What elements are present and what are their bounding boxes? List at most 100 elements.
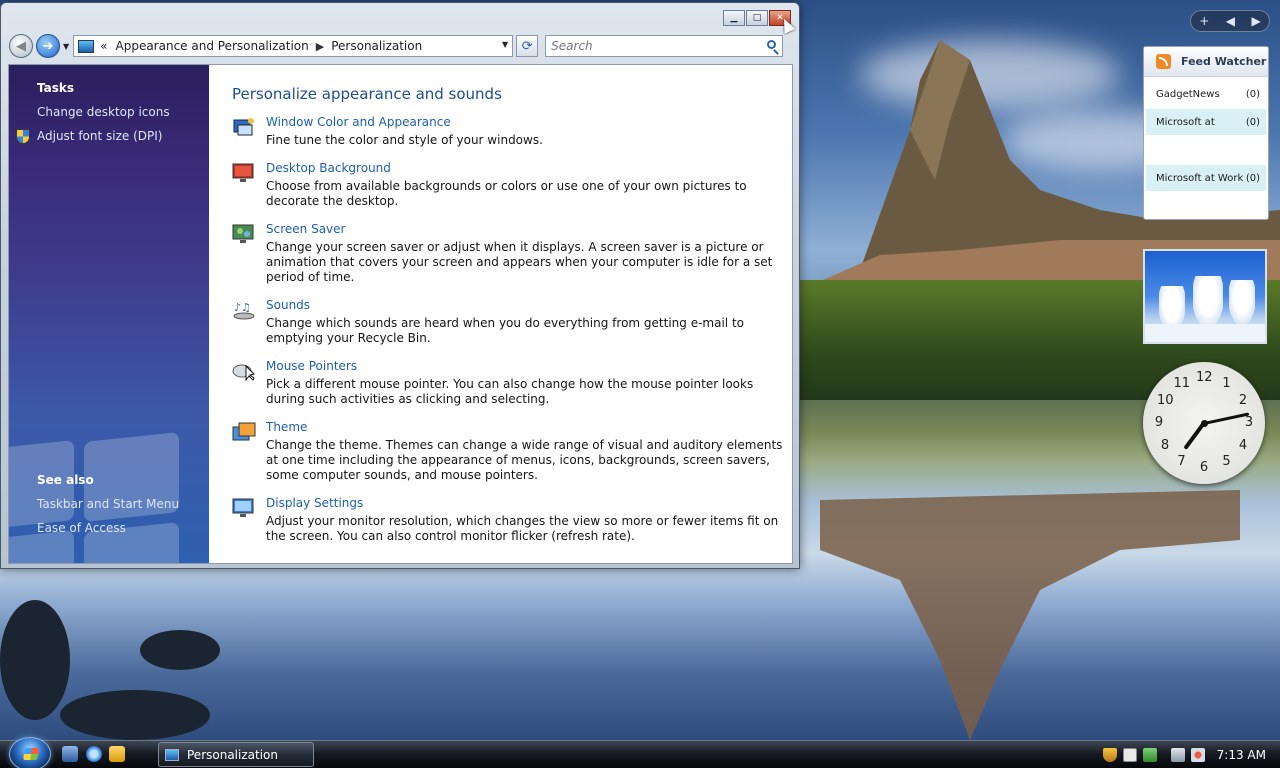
task-pane: Tasks Change desktop icons Adjust font s… [9,65,209,563]
item-sounds: ♪♫ Sounds Change which sounds are heard … [232,298,792,346]
address-dropdown[interactable]: ▼ [502,40,508,49]
theme-desc: Change the theme. Themes can change a wi… [266,438,783,482]
sidebar-controls: + ◀ ▶ [1190,10,1270,32]
personalization-window: ▁ □ ✕ ◀ ➔ ▼ « Appearance and Personaliza… [0,2,800,569]
item-window-color: Window Color and Appearance Fine tune th… [232,115,792,148]
see-also-heading: See also [37,473,94,487]
feed-name: Microsoft at [1156,116,1215,128]
sounds-desc: Change which sounds are heard when you d… [266,316,744,345]
mouse-pointers-link[interactable]: Mouse Pointers [266,359,357,373]
clock-number: 7 [1177,453,1186,469]
clock-number: 3 [1244,415,1254,430]
clock-number: 1 [1222,376,1231,392]
search-input[interactable] [551,39,752,53]
adjust-font-size-link[interactable]: Adjust font size (DPI) [16,129,170,144]
display-settings-desc: Adjust your monitor resolution, which ch… [266,514,779,543]
network-icon[interactable] [1170,748,1185,762]
content-frame: Tasks Change desktop icons Adjust font s… [8,64,793,564]
display-settings-icon [232,498,254,517]
window-color-desc: Fine tune the color and style of your wi… [266,133,543,147]
maximize-button[interactable]: □ [746,10,768,26]
desktop-background-desc: Choose from available backgrounds or col… [266,179,747,208]
feed-row[interactable]: Microsoft at Work (0) [1146,165,1266,191]
forward-button[interactable]: ➔ [36,34,60,58]
breadcrumb-appearance[interactable]: Appearance and Personalization [116,39,309,53]
clock-number: 9 [1154,415,1164,430]
tasks-section: Tasks Change desktop icons Adjust font s… [16,81,170,153]
breadcrumb-overflow[interactable]: « [100,39,107,53]
item-mouse-pointers: Mouse Pointers Pick a different mouse po… [232,359,792,407]
see-also-section: See also Taskbar and Start Menu Ease of … [37,473,179,545]
sounds-icon: ♪♫ [233,301,255,320]
breadcrumb-personalization[interactable]: Personalization [331,39,422,53]
breadcrumb-separator[interactable]: ▶ [316,40,324,53]
feed-watcher-header: Feed Watcher [1144,47,1268,77]
clock-number: 4 [1238,437,1248,453]
theme-icon [232,422,256,441]
page-title: Personalize appearance and sounds [232,85,502,103]
desktop-background-icon [232,163,254,182]
screen-saver-link[interactable]: Screen Saver [266,222,345,236]
item-display-settings: Display Settings Adjust your monitor res… [232,496,792,544]
feed-watcher-title: Feed Watcher [1181,55,1267,68]
feed-watcher-gadget[interactable]: Feed Watcher GadgetNews (0) Microsoft at… [1143,46,1269,220]
media-player-icon[interactable] [109,746,125,762]
screen-saver-icon [232,224,254,243]
clock-number: 11 [1173,376,1191,392]
taskbar: Personalization 7:13 AM [0,737,1280,768]
show-desktop-icon[interactable] [62,746,78,762]
notification-icon[interactable] [1122,748,1137,762]
address-bar[interactable]: « Appearance and Personalization ▶ Perso… [73,35,514,57]
system-tray: 7:13 AM [1097,741,1280,768]
change-desktop-icons-link[interactable]: Change desktop icons [37,105,170,119]
search-icon[interactable] [767,40,777,49]
clock-number: 8 [1160,437,1170,453]
windows-logo-icon [23,748,39,760]
window-color-link[interactable]: Window Color and Appearance [266,115,451,129]
taskbar-button-label: Personalization [187,747,278,762]
previous-gadgets-button[interactable]: ◀ [1226,14,1235,28]
add-gadget-button[interactable]: + [1199,14,1209,28]
feed-count: (0) [1245,88,1260,100]
feed-count: (0) [1245,116,1260,128]
internet-explorer-icon[interactable] [86,746,102,762]
theme-link[interactable]: Theme [266,420,307,434]
item-theme: Theme Change the theme. Themes can chang… [232,420,792,483]
clock-gadget[interactable]: 12 1 2 3 4 5 6 7 8 9 10 11 [1143,362,1265,484]
main-pane: Personalize appearance and sounds Window… [209,65,792,563]
back-button[interactable]: ◀ [9,34,33,58]
clock-number: 2 [1238,392,1248,408]
taskbar-personalization-button[interactable]: Personalization [158,742,314,767]
network-status-icon[interactable] [1142,748,1157,762]
next-gadgets-button[interactable]: ▶ [1252,14,1261,28]
feed-name: Microsoft at Work [1156,172,1244,184]
recent-pages-dropdown[interactable]: ▼ [63,42,69,51]
feed-count: (0) [1245,172,1260,184]
refresh-button[interactable]: ⟳ [516,35,539,57]
feed-row[interactable]: Microsoft at (0) [1146,109,1266,135]
clock-time[interactable]: 7:13 AM [1217,748,1266,762]
feed-row[interactable]: GadgetNews (0) [1146,81,1266,107]
taskbar-start-menu-link[interactable]: Taskbar and Start Menu [37,497,179,511]
screen-saver-desc: Change your screen saver or adjust when … [266,240,773,284]
slideshow-gadget[interactable] [1143,249,1267,344]
ease-of-access-link[interactable]: Ease of Access [37,521,179,535]
navigation-bar: ◀ ➔ ▼ « Appearance and Personalization ▶… [9,33,791,59]
search-box [545,35,784,57]
start-button[interactable] [9,737,51,768]
mouse-pointers-icon [232,364,255,382]
sounds-link[interactable]: Sounds [266,298,310,312]
mouse-pointers-desc: Pick a different mouse pointer. You can … [266,377,754,406]
security-shield-icon[interactable] [1102,748,1117,762]
clock-number: 6 [1199,460,1209,475]
minimize-button[interactable]: ▁ [723,10,745,26]
desktop-background-link[interactable]: Desktop Background [266,161,391,175]
item-desktop-background: Desktop Background Choose from available… [232,161,792,209]
window-color-icon [233,118,254,136]
svg-text:♪♫: ♪♫ [234,301,251,314]
uac-shield-icon [16,129,30,144]
volume-muted-icon[interactable] [1190,748,1205,762]
display-settings-link[interactable]: Display Settings [266,496,363,510]
clock-number: 12 [1196,370,1213,385]
adjust-font-size-label: Adjust font size (DPI) [37,129,163,143]
